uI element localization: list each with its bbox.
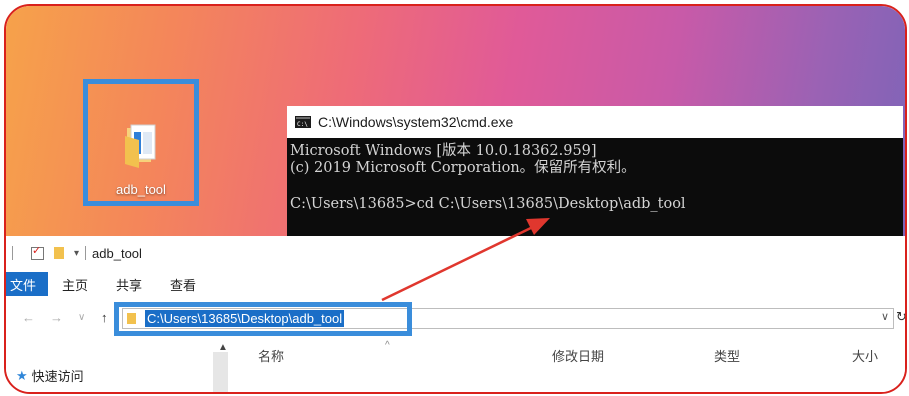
address-dropdown-icon[interactable]: ∨ <box>881 310 889 323</box>
star-icon: ★ <box>16 367 28 383</box>
cmd-titlebar[interactable]: C:\ C:\Windows\system32\cmd.exe <box>287 106 903 138</box>
explorer-window-title: adb_tool <box>92 245 142 261</box>
cmd-console[interactable]: Microsoft Windows [版本 10.0.18362.959] (c… <box>287 138 903 236</box>
tab-view[interactable]: 查看 <box>156 272 210 296</box>
tab-home[interactable]: 主页 <box>48 272 102 296</box>
new-folder-icon[interactable] <box>54 247 64 259</box>
cmd-window-title: C:\Windows\system32\cmd.exe <box>318 114 514 130</box>
file-list-header: 名称 ^ 修改日期 类型 大小 <box>228 340 905 364</box>
toolbar-divider <box>12 246 13 260</box>
properties-check-icon[interactable] <box>31 244 44 260</box>
navigation-bar: ← → ∨ ↑ C:\Users\13685\Desktop\adb_tool … <box>6 299 905 336</box>
column-date-modified[interactable]: 修改日期 <box>552 346 604 365</box>
column-type[interactable]: 类型 <box>714 346 740 365</box>
refresh-icon[interactable]: ↻ <box>896 309 905 325</box>
screenshot-frame: adb_tool C:\ C:\Windows\system32\cmd.exe… <box>4 4 907 394</box>
sidebar-item-quick-access[interactable]: ★ 快速访问 <box>16 366 84 385</box>
tab-file[interactable]: 文件 <box>6 272 49 296</box>
tab-share[interactable]: 共享 <box>102 272 156 296</box>
cmd-line: (c) 2019 Microsoft Corporation。保留所有权利。 <box>290 160 636 176</box>
folder-icon <box>125 124 156 168</box>
sort-indicator-icon: ^ <box>385 340 390 351</box>
cmd-line: Microsoft Windows [版本 10.0.18362.959] <box>290 143 597 159</box>
cmd-line: C:\Users\13685>cd C:\Users\13685\Desktop… <box>290 196 686 212</box>
up-arrow-icon[interactable]: ↑ <box>101 310 108 325</box>
navigation-pane: ▲ ★ 快速访问 <box>6 336 228 392</box>
back-arrow-icon[interactable]: ← <box>22 310 35 325</box>
desktop-folder-label: adb_tool <box>116 182 166 197</box>
address-bar-highlight <box>114 302 412 336</box>
quick-access-dropdown-icon[interactable]: ▾ <box>74 248 79 259</box>
ribbon-tabs: 文件 主页 共享 查看 <box>6 272 210 296</box>
forward-arrow-icon[interactable]: → <box>50 310 63 325</box>
explorer-titlebar: ▾ adb_tool <box>6 242 142 264</box>
toolbar-divider <box>85 246 87 260</box>
sidebar-scrollbar[interactable] <box>213 352 228 392</box>
sidebar-item-label: 快速访问 <box>31 369 84 384</box>
column-name[interactable]: 名称 <box>258 346 284 365</box>
recent-locations-icon[interactable]: ∨ <box>78 312 85 323</box>
column-size[interactable]: 大小 <box>852 346 878 365</box>
desktop-folder-highlight[interactable]: adb_tool <box>83 79 199 206</box>
cmd-icon: C:\ <box>295 116 311 128</box>
file-explorer-window: ▾ adb_tool 文件 主页 共享 查看 ← → ∨ ↑ C:\Users\… <box>6 236 905 392</box>
svg-text:C:\: C:\ <box>297 121 308 128</box>
cmd-window[interactable]: C:\ C:\Windows\system32\cmd.exe Microsof… <box>287 106 903 236</box>
